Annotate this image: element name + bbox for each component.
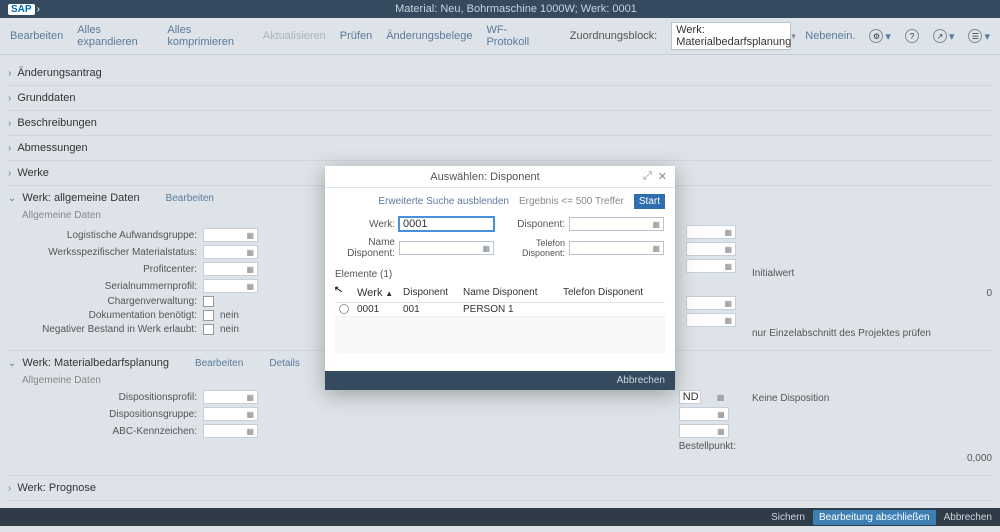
assignment-block-select[interactable]: Werk: Materialbedarfsplanung ▾ xyxy=(671,22,791,50)
table-empty-area xyxy=(335,317,665,353)
neg-checkbox[interactable] xyxy=(203,324,214,335)
dok-checkbox[interactable] xyxy=(203,310,214,321)
abc-input[interactable]: ▦ xyxy=(203,424,258,438)
elements-header: Elemente (1) xyxy=(325,267,675,282)
tel-disponent-input[interactable]: ▦ xyxy=(569,241,664,255)
field-r4[interactable]: ▦ xyxy=(686,296,736,310)
name-disponent-input[interactable]: ▦ xyxy=(399,241,494,255)
werk-input[interactable]: 0001 xyxy=(399,217,494,231)
start-button[interactable]: Start xyxy=(634,194,665,209)
footer-bar: Sichern Bearbeitung abschließen Abbreche… xyxy=(0,508,1000,526)
value-help-icon: ▦ xyxy=(482,244,490,253)
value-help-icon: ▦ xyxy=(652,220,660,229)
refresh-action: Aktualisieren xyxy=(263,30,326,42)
field-r2[interactable]: ▦ xyxy=(686,242,736,256)
dialog-title: Auswählen: Disponent xyxy=(333,171,637,183)
edit-link[interactable]: Bearbeiten xyxy=(195,358,243,369)
page-title: Material: Neu, Bohrmaschine 1000W; Werk:… xyxy=(40,3,992,15)
wf-protocol-action[interactable]: WF-Protokoll xyxy=(486,24,541,48)
settings-menu[interactable]: ☰▾ xyxy=(968,29,990,43)
field-m2[interactable]: ▦ xyxy=(679,407,729,421)
assignment-block-label: Zuordnungsblock: xyxy=(570,30,657,42)
field-r5[interactable]: ▦ xyxy=(686,313,736,327)
disponent-input[interactable]: ▦ xyxy=(569,217,664,231)
wms-input[interactable]: ▦ xyxy=(203,245,258,259)
value-help-icon: ▦ xyxy=(652,244,660,253)
col-werk[interactable]: Werk ▲ xyxy=(353,286,399,300)
value-help-icon[interactable]: ▦ xyxy=(717,393,725,402)
collapse-all-action[interactable]: Alles komprimieren xyxy=(167,24,248,48)
chevron-right-icon[interactable]: › xyxy=(8,143,11,154)
field-m3[interactable]: ▦ xyxy=(679,424,729,438)
value-help-icon: ▦ xyxy=(246,231,254,240)
details-link[interactable]: Details xyxy=(269,358,300,369)
user-menu[interactable]: ⚙▾ xyxy=(869,29,891,43)
edit-link[interactable]: Bearbeiten xyxy=(166,193,214,204)
value-help-icon: ▦ xyxy=(246,282,254,291)
chevron-right-icon[interactable]: › xyxy=(8,483,11,494)
chevron-right-icon[interactable]: › xyxy=(8,68,11,79)
chevron-down-icon[interactable]: ⌄ xyxy=(8,358,16,369)
expand-icon[interactable]: ⤢ xyxy=(643,170,652,183)
help-menu[interactable]: ? xyxy=(905,29,919,43)
share-menu[interactable]: ↗▾ xyxy=(933,29,955,43)
log-input[interactable]: ▦ xyxy=(203,228,258,242)
results-table: Werk ▲ Disponent Name Disponent Telefon … xyxy=(335,284,665,353)
table-row[interactable]: 0001 001 PERSON 1 xyxy=(335,303,665,317)
sap-logo: SAP › xyxy=(8,4,40,15)
result-count: Ergebnis <= 500 Treffer xyxy=(519,196,624,207)
side-by-side-action[interactable]: Nebenein. xyxy=(805,30,855,42)
chevron-down-icon: ▾ xyxy=(791,31,796,42)
select-disponent-dialog: Auswählen: Disponent ⤢ ✕ Erweiterte Such… xyxy=(325,166,675,390)
expand-all-action[interactable]: Alles expandieren xyxy=(77,24,153,48)
col-name[interactable]: Name Disponent xyxy=(459,286,559,300)
toolbar: Bearbeiten Alles expandieren Alles kompr… xyxy=(0,18,1000,55)
chevron-right-icon[interactable]: › xyxy=(8,168,11,179)
ser-input[interactable]: ▦ xyxy=(203,279,258,293)
save-button[interactable]: Sichern xyxy=(771,512,805,523)
value-help-icon: ▦ xyxy=(246,248,254,257)
nd-field[interactable]: ND xyxy=(679,390,701,404)
pc-input[interactable]: ▦ xyxy=(203,262,258,276)
value-help-icon: ▦ xyxy=(246,265,254,274)
toggle-advanced-search[interactable]: Erweiterte Suche ausblenden xyxy=(378,196,509,207)
field-r1[interactable]: ▦ xyxy=(686,225,736,239)
dialog-cancel-button[interactable]: Abbrechen xyxy=(617,375,665,386)
finish-edit-button[interactable]: Bearbeitung abschließen xyxy=(813,510,936,525)
check-action[interactable]: Prüfen xyxy=(340,30,372,42)
edit-action[interactable]: Bearbeiten xyxy=(10,30,63,42)
chevron-right-icon[interactable]: › xyxy=(8,118,11,129)
change-documents-action[interactable]: Änderungsbelege xyxy=(386,30,472,42)
chevron-down-icon[interactable]: ⌄ xyxy=(8,193,16,204)
close-icon[interactable]: ✕ xyxy=(658,170,667,183)
dispg-input[interactable]: ▦ xyxy=(203,407,258,421)
dispp-input[interactable]: ▦ xyxy=(203,390,258,404)
row-radio[interactable] xyxy=(339,304,349,314)
charge-checkbox[interactable] xyxy=(203,296,214,307)
cancel-button[interactable]: Abbrechen xyxy=(944,512,992,523)
field-r3[interactable]: ▦ xyxy=(686,259,736,273)
window-titlebar: SAP › Material: Neu, Bohrmaschine 1000W;… xyxy=(0,0,1000,18)
col-disponent[interactable]: Disponent xyxy=(399,286,459,300)
col-telefon[interactable]: Telefon Disponent xyxy=(559,286,649,300)
chevron-right-icon[interactable]: › xyxy=(8,93,11,104)
